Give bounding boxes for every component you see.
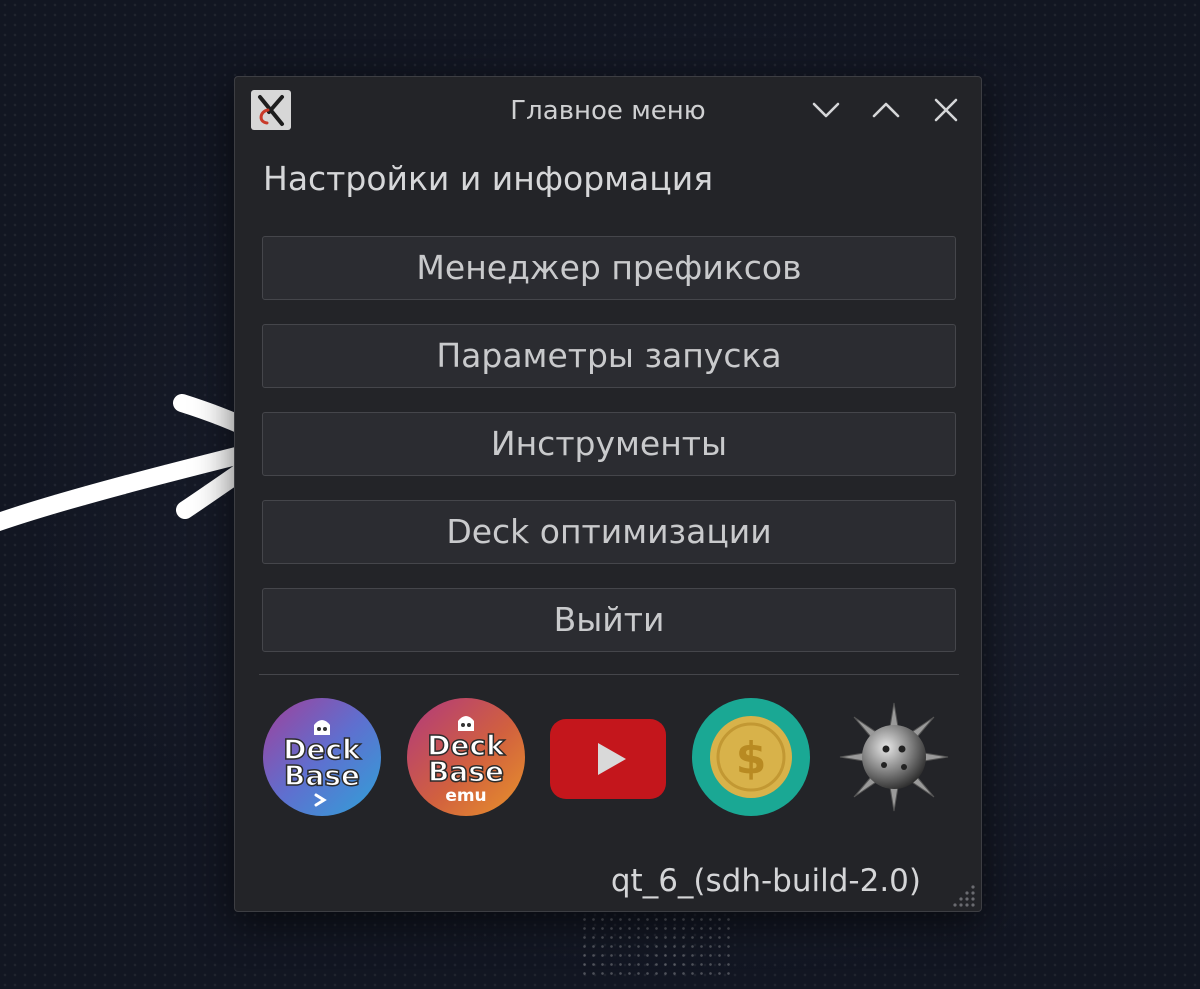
maximize-button[interactable]: [867, 91, 905, 129]
donate-coin-icon: $: [692, 698, 810, 816]
deckbase-emu-link-button[interactable]: Deck Base emu: [406, 697, 526, 817]
chevron-up-icon: [872, 102, 900, 118]
close-button[interactable]: [927, 91, 965, 129]
title-bar[interactable]: Главное меню: [235, 77, 981, 143]
tools-button[interactable]: Инструменты: [262, 412, 956, 476]
exit-button[interactable]: Выйти: [262, 588, 956, 652]
desktop-background-dots: [580, 915, 730, 975]
chevron-down-icon: [812, 102, 840, 118]
svg-text:emu: emu: [445, 786, 486, 806]
donate-link-button[interactable]: $: [691, 697, 811, 817]
deckbase-link-button[interactable]: Deck Base: [262, 697, 382, 817]
section-heading: Настройки и информация: [263, 159, 714, 198]
close-icon: [934, 98, 958, 122]
minimize-button[interactable]: [807, 91, 845, 129]
svg-text:Base: Base: [428, 755, 504, 788]
deckbase-emu-logo-icon: Deck Base emu: [407, 698, 525, 816]
svg-text:Base: Base: [284, 759, 360, 792]
youtube-link-button[interactable]: [548, 697, 668, 817]
svg-text:$: $: [736, 733, 767, 784]
main-menu-window: Главное меню Настройки и информация Мене…: [234, 76, 982, 912]
resize-grip[interactable]: [951, 881, 977, 907]
deckbase-logo-icon: Deck Base: [263, 698, 381, 816]
launch-options-button[interactable]: Параметры запуска: [262, 324, 956, 388]
deck-optimizations-button[interactable]: Deck оптимизации: [262, 500, 956, 564]
resize-grip-icon: [953, 885, 975, 907]
prefix-manager-button[interactable]: Менеджер префиксов: [262, 236, 956, 300]
youtube-icon: [550, 719, 666, 799]
mine-link-button[interactable]: [834, 697, 954, 817]
spiked-mine-icon: [839, 702, 949, 812]
version-label: qt_6_(sdh-build-2.0): [610, 863, 921, 899]
separator: [259, 674, 959, 675]
